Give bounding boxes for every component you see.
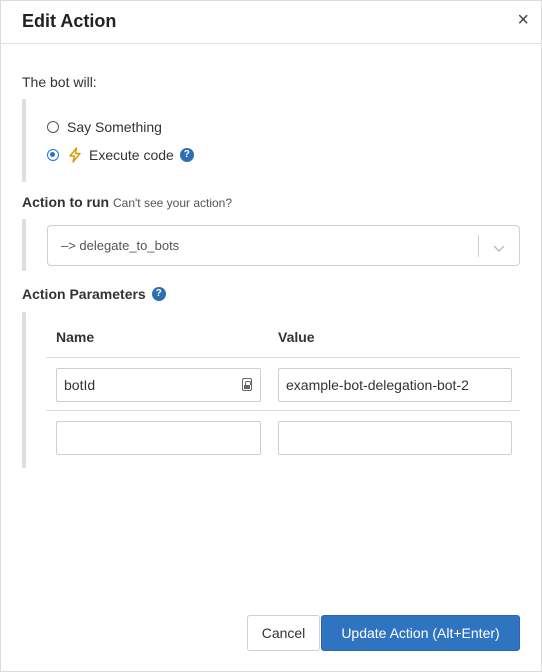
chevron-down-icon[interactable] <box>492 240 506 252</box>
action-to-run-label: Action to run Can't see your action? <box>22 194 232 210</box>
cant-see-action-link[interactable]: Can't see your action? <box>113 196 232 210</box>
action-select-value: –> delegate_to_bots <box>61 238 180 253</box>
edit-action-dialog: Edit Action × The bot will: Say Somethin… <box>0 0 542 672</box>
lightning-icon <box>67 147 83 163</box>
param-name-input[interactable]: botId <box>56 368 261 402</box>
password-manager-icon[interactable] <box>242 378 252 391</box>
update-action-button[interactable]: Update Action (Alt+Enter) <box>321 615 520 651</box>
param-value-input[interactable]: example-bot-delegation-bot-2 <box>278 368 512 402</box>
action-to-run-title: Action to run <box>22 194 110 210</box>
radio-label-say-something: Say Something <box>67 119 162 135</box>
column-header-value: Value <box>278 329 315 345</box>
radio-say-something[interactable]: Say Something <box>47 119 162 135</box>
radio-button-checked[interactable] <box>47 149 59 161</box>
section-indent-bar <box>22 312 26 468</box>
param-value-value: example-bot-delegation-bot-2 <box>286 377 469 393</box>
dialog-title: Edit Action <box>22 11 117 31</box>
cancel-button[interactable]: Cancel <box>247 615 320 651</box>
table-row-divider <box>46 410 520 411</box>
select-separator <box>478 235 479 257</box>
column-header-name: Name <box>56 329 95 345</box>
help-icon[interactable]: ? <box>179 148 194 162</box>
action-select[interactable]: –> delegate_to_bots <box>47 225 520 266</box>
radio-execute-code[interactable]: Execute code ? <box>47 147 194 163</box>
param-value-input[interactable] <box>278 421 512 455</box>
section-indent-bar <box>22 99 26 182</box>
param-name-input[interactable] <box>56 421 261 455</box>
dialog-header: Edit Action × <box>1 1 541 44</box>
help-icon[interactable]: ? <box>151 287 166 301</box>
param-name-value: botId <box>64 377 96 393</box>
table-header-divider <box>46 357 520 358</box>
section-indent-bar <box>22 219 26 271</box>
bot-will-label: The bot will: <box>22 74 97 90</box>
close-icon[interactable]: × <box>517 10 529 30</box>
radio-button-unchecked[interactable] <box>47 121 59 133</box>
action-parameters-label: Action Parameters ? <box>22 286 166 302</box>
radio-label-execute-code: Execute code <box>89 147 174 163</box>
action-parameters-title: Action Parameters <box>22 286 146 302</box>
